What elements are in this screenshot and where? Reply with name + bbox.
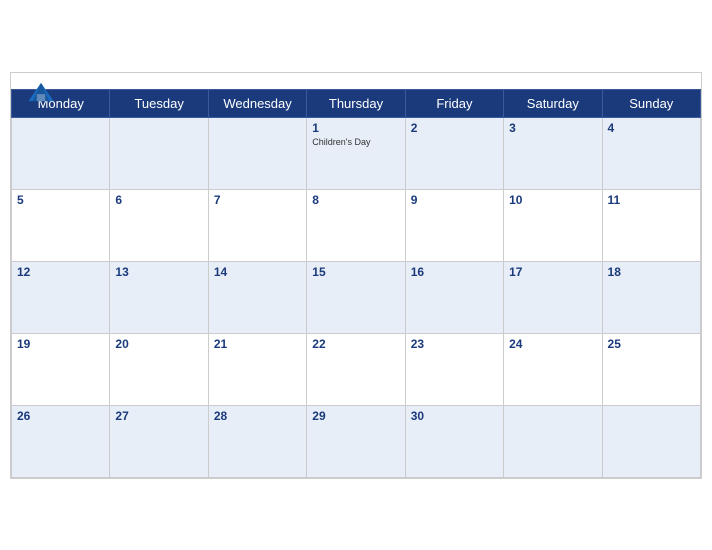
week-row-5: 26 27 28 29 30: [12, 405, 701, 477]
calendar-cell: 30: [405, 405, 503, 477]
logo: [27, 81, 55, 105]
week-row-2: 56789 10 11: [12, 189, 701, 261]
day-header-friday: Friday: [405, 89, 503, 117]
calendar-cell: [602, 405, 700, 477]
day-header-saturday: Saturday: [504, 89, 602, 117]
day-number: 7: [214, 193, 301, 207]
calendar-cell: 7: [208, 189, 306, 261]
calendar-cell: 17: [504, 261, 602, 333]
day-number: 15: [312, 265, 399, 279]
day-event: Children's Day: [312, 137, 399, 147]
day-number: 17: [509, 265, 596, 279]
day-number: 3: [509, 121, 596, 135]
calendar-cell: 12: [12, 261, 110, 333]
day-number: 21: [214, 337, 301, 351]
calendar-thead: MondayTuesdayWednesdayThursdayFridaySatu…: [12, 89, 701, 117]
day-number: 22: [312, 337, 399, 351]
day-number: 26: [17, 409, 104, 423]
day-number: 2: [411, 121, 498, 135]
day-number: 14: [214, 265, 301, 279]
day-number: 9: [411, 193, 498, 207]
day-header-wednesday: Wednesday: [208, 89, 306, 117]
day-number: 29: [312, 409, 399, 423]
calendar-cell: 6: [110, 189, 208, 261]
calendar-cell: [110, 117, 208, 189]
day-number: 8: [312, 193, 399, 207]
day-number: 20: [115, 337, 202, 351]
calendar-cell: 2: [405, 117, 503, 189]
days-header-row: MondayTuesdayWednesdayThursdayFridaySatu…: [12, 89, 701, 117]
day-number: 30: [411, 409, 498, 423]
calendar-container: MondayTuesdayWednesdayThursdayFridaySatu…: [10, 72, 702, 479]
calendar-cell: 18: [602, 261, 700, 333]
day-number: 28: [214, 409, 301, 423]
week-row-3: 12 13 14 15 16 17 18: [12, 261, 701, 333]
calendar-cell: 9: [405, 189, 503, 261]
day-number: 10: [509, 193, 596, 207]
day-number: 11: [608, 193, 695, 207]
day-number: 25: [608, 337, 695, 351]
day-number: 5: [17, 193, 104, 207]
week-row-1: 1 Children's Day 234: [12, 117, 701, 189]
calendar-cell: 26: [12, 405, 110, 477]
calendar-cell: 28: [208, 405, 306, 477]
logo-icon: [27, 81, 55, 103]
calendar-body: 1Children's Day2345678910111213141516171…: [12, 117, 701, 477]
calendar-cell: 10: [504, 189, 602, 261]
calendar-cell: 23: [405, 333, 503, 405]
day-number: 16: [411, 265, 498, 279]
day-header-sunday: Sunday: [602, 89, 700, 117]
calendar-cell: 3: [504, 117, 602, 189]
calendar-cell: [504, 405, 602, 477]
calendar-cell: 1 Children's Day: [307, 117, 405, 189]
day-number: 24: [509, 337, 596, 351]
calendar-header: [11, 73, 701, 89]
calendar-cell: 25: [602, 333, 700, 405]
calendar-cell: 4: [602, 117, 700, 189]
calendar-cell: 22: [307, 333, 405, 405]
calendar-cell: 16: [405, 261, 503, 333]
calendar-cell: 14: [208, 261, 306, 333]
calendar-cell: 11: [602, 189, 700, 261]
day-number: 1: [312, 121, 399, 135]
day-number: 27: [115, 409, 202, 423]
week-row-4: 19 20 21 22 23 24 25: [12, 333, 701, 405]
day-number: 23: [411, 337, 498, 351]
calendar-cell: [12, 117, 110, 189]
day-number: 18: [608, 265, 695, 279]
day-number: 13: [115, 265, 202, 279]
day-number: 4: [608, 121, 695, 135]
day-number: 12: [17, 265, 104, 279]
day-header-thursday: Thursday: [307, 89, 405, 117]
calendar-cell: [208, 117, 306, 189]
day-header-tuesday: Tuesday: [110, 89, 208, 117]
day-number: 6: [115, 193, 202, 207]
calendar-cell: 27: [110, 405, 208, 477]
calendar-cell: 29: [307, 405, 405, 477]
calendar-cell: 24: [504, 333, 602, 405]
calendar-cell: 5: [12, 189, 110, 261]
calendar-cell: 20: [110, 333, 208, 405]
calendar-cell: 13: [110, 261, 208, 333]
calendar-cell: 15: [307, 261, 405, 333]
calendar-cell: 19: [12, 333, 110, 405]
calendar-cell: 21: [208, 333, 306, 405]
day-number: 19: [17, 337, 104, 351]
calendar-cell: 8: [307, 189, 405, 261]
calendar-table: MondayTuesdayWednesdayThursdayFridaySatu…: [11, 89, 701, 478]
